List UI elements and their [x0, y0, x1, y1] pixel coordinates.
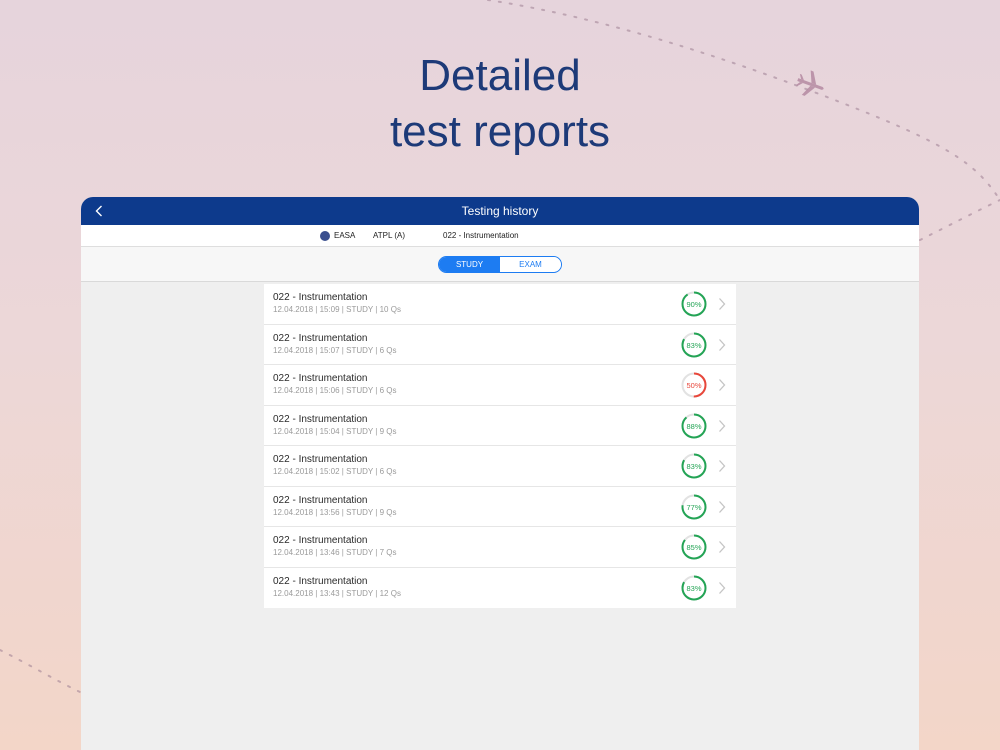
- score-value: 83%: [686, 340, 701, 349]
- tab-exam[interactable]: EXAM: [500, 257, 561, 272]
- app-window: Testing history EASA ATPL (A) 022 - Inst…: [81, 197, 919, 750]
- chevron-right-icon: [719, 298, 726, 310]
- authority-flag-icon: [320, 231, 330, 241]
- score-ring: 77%: [681, 494, 707, 519]
- marketing-headline: Detailed test reports: [0, 48, 1000, 160]
- chevron-right-icon: [719, 379, 726, 391]
- testing-history-list: 022 - Instrumentation 12.04.2018 | 15:09 …: [264, 284, 736, 608]
- report-details: 12.04.2018 | 15:02 | STUDY | 6 Qs: [273, 467, 397, 476]
- score-ring: 83%: [681, 332, 707, 357]
- back-button[interactable]: [89, 200, 109, 222]
- navigation-bar: Testing history: [81, 197, 919, 225]
- chevron-right-icon: [719, 581, 726, 594]
- score-value: 83%: [686, 583, 701, 592]
- history-row[interactable]: 022 - Instrumentation 12.04.2018 | 13:46 …: [264, 527, 736, 568]
- report-details: 12.04.2018 | 13:43 | STUDY | 12 Qs: [273, 588, 401, 598]
- report-details: 12.04.2018 | 13:46 | STUDY | 7 Qs: [273, 548, 397, 557]
- report-title: 022 - Instrumentation: [273, 535, 368, 546]
- report-title: 022 - Instrumentation: [273, 494, 368, 506]
- score-ring: 85%: [681, 534, 707, 560]
- report-title: 022 - Instrumentation: [273, 575, 368, 587]
- history-row[interactable]: 022 - Instrumentation 12.04.2018 | 15:02 …: [264, 446, 736, 487]
- mode-segmented-control: STUDY EXAM: [438, 256, 562, 273]
- score-ring: 83%: [681, 453, 707, 479]
- score-value: 85%: [686, 543, 701, 552]
- chevron-right-icon: [719, 541, 726, 553]
- report-details: 12.04.2018 | 13:56 | STUDY | 9 Qs: [273, 507, 397, 517]
- score-value: 77%: [686, 502, 701, 511]
- report-details: 12.04.2018 | 15:07 | STUDY | 6 Qs: [273, 345, 397, 355]
- headline-line-2: test reports: [389, 107, 611, 156]
- score-value: 88%: [686, 421, 701, 430]
- chevron-right-icon: [719, 460, 726, 472]
- mode-selector-bar: STUDY EXAM: [81, 247, 919, 282]
- report-title: 022 - Instrumentation: [273, 332, 368, 344]
- headline-line-1: Detailed: [419, 51, 581, 100]
- history-row[interactable]: 022 - Instrumentation 12.04.2018 | 13:43 …: [264, 568, 736, 609]
- chevron-right-icon: [719, 338, 726, 351]
- score-value: 50%: [686, 381, 701, 390]
- report-details: 12.04.2018 | 15:09 | STUDY | 10 Qs: [273, 305, 401, 314]
- report-title: 022 - Instrumentation: [273, 413, 368, 425]
- history-row[interactable]: 022 - Instrumentation 12.04.2018 | 15:07 …: [264, 325, 736, 365]
- score-value: 83%: [686, 462, 701, 471]
- course-info-bar: EASA ATPL (A) 022 - Instrumentation: [81, 225, 919, 247]
- license-label: ATPL (A): [373, 231, 406, 240]
- page-title: Testing history: [461, 204, 539, 218]
- history-row[interactable]: 022 - Instrumentation 12.04.2018 | 13:56 …: [264, 487, 736, 527]
- score-ring: 50%: [681, 372, 707, 398]
- history-row[interactable]: 022 - Instrumentation 12.04.2018 | 15:06 …: [264, 365, 736, 406]
- tab-study[interactable]: STUDY: [439, 257, 500, 272]
- score-ring: 90%: [681, 291, 707, 317]
- chevron-right-icon: [719, 500, 726, 513]
- report-title: 022 - Instrumentation: [273, 454, 368, 465]
- history-row[interactable]: 022 - Instrumentation 12.04.2018 | 15:04 …: [264, 406, 736, 446]
- chevron-left-icon: [95, 205, 102, 217]
- subject-label: 022 - Instrumentation: [443, 231, 519, 240]
- report-title: 022 - Instrumentation: [273, 292, 368, 303]
- chevron-right-icon: [719, 419, 726, 432]
- report-details: 12.04.2018 | 15:06 | STUDY | 6 Qs: [273, 386, 397, 395]
- score-value: 90%: [686, 300, 701, 309]
- report-title: 022 - Instrumentation: [273, 373, 368, 384]
- history-row[interactable]: 022 - Instrumentation 12.04.2018 | 15:09 …: [264, 284, 736, 325]
- authority-label: EASA: [334, 231, 356, 240]
- score-ring: 83%: [681, 575, 707, 600]
- score-ring: 88%: [681, 413, 707, 438]
- report-details: 12.04.2018 | 15:04 | STUDY | 9 Qs: [273, 426, 397, 436]
